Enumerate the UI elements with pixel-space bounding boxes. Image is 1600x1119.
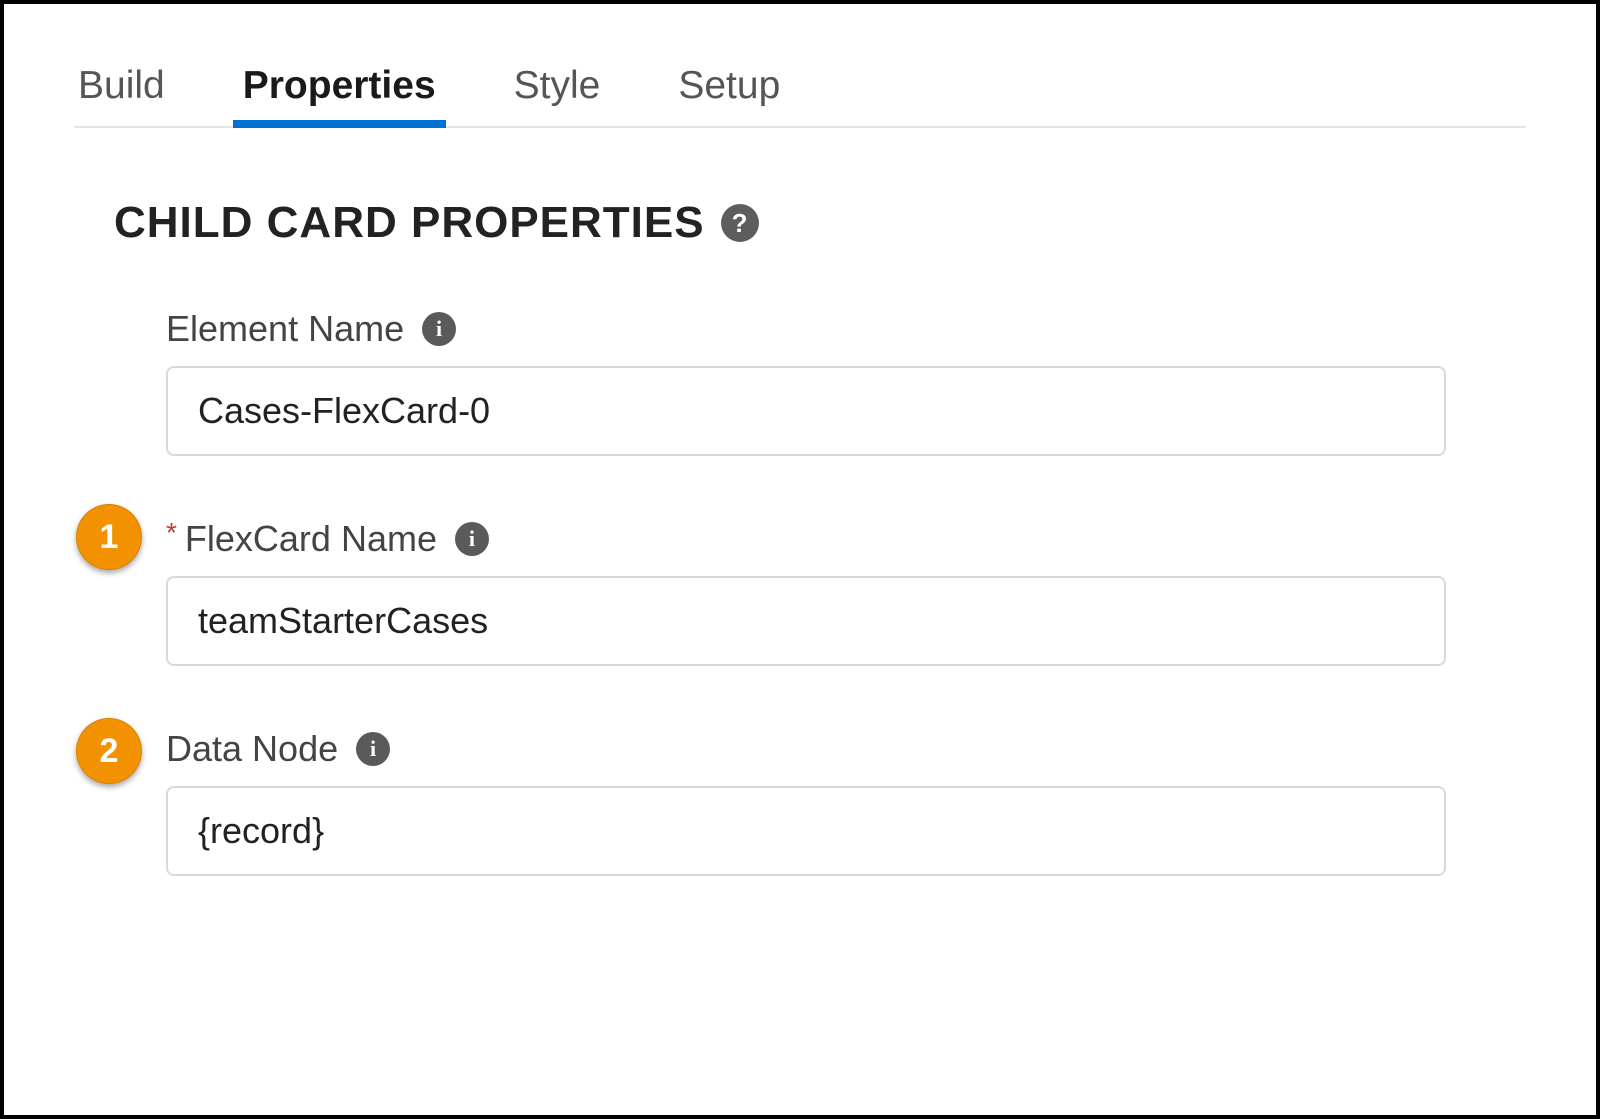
label-element-name: Element Name [166, 308, 404, 350]
required-indicator: * [166, 517, 177, 549]
callout-badge-2: 2 [76, 718, 142, 784]
tab-build[interactable]: Build [74, 54, 169, 126]
section-title: CHILD CARD PROPERTIES [114, 198, 705, 248]
tab-style[interactable]: Style [510, 54, 605, 126]
form-area: Element Name i 1 * FlexCard Name i 2 Dat… [166, 308, 1526, 876]
label-row-element-name: Element Name i [166, 308, 1526, 350]
input-data-node[interactable] [166, 786, 1446, 876]
input-flexcard-name[interactable] [166, 576, 1446, 666]
help-icon[interactable]: ? [721, 204, 759, 242]
label-row-flexcard-name: * FlexCard Name i [166, 518, 1526, 560]
callout-badge-1: 1 [76, 504, 142, 570]
tab-setup[interactable]: Setup [674, 54, 784, 126]
label-data-node: Data Node [166, 728, 338, 770]
label-row-data-node: Data Node i [166, 728, 1526, 770]
label-flexcard-name: FlexCard Name [185, 518, 437, 560]
section-heading-row: CHILD CARD PROPERTIES ? [114, 198, 1526, 248]
tab-properties[interactable]: Properties [239, 54, 440, 126]
field-data-node: 2 Data Node i [166, 728, 1526, 876]
info-icon[interactable]: i [356, 732, 390, 766]
field-element-name: Element Name i [166, 308, 1526, 456]
tab-bar: Build Properties Style Setup [74, 54, 1526, 128]
info-icon[interactable]: i [455, 522, 489, 556]
panel-frame: Build Properties Style Setup CHILD CARD … [0, 0, 1600, 1119]
field-flexcard-name: 1 * FlexCard Name i [166, 518, 1526, 666]
input-element-name[interactable] [166, 366, 1446, 456]
info-icon[interactable]: i [422, 312, 456, 346]
